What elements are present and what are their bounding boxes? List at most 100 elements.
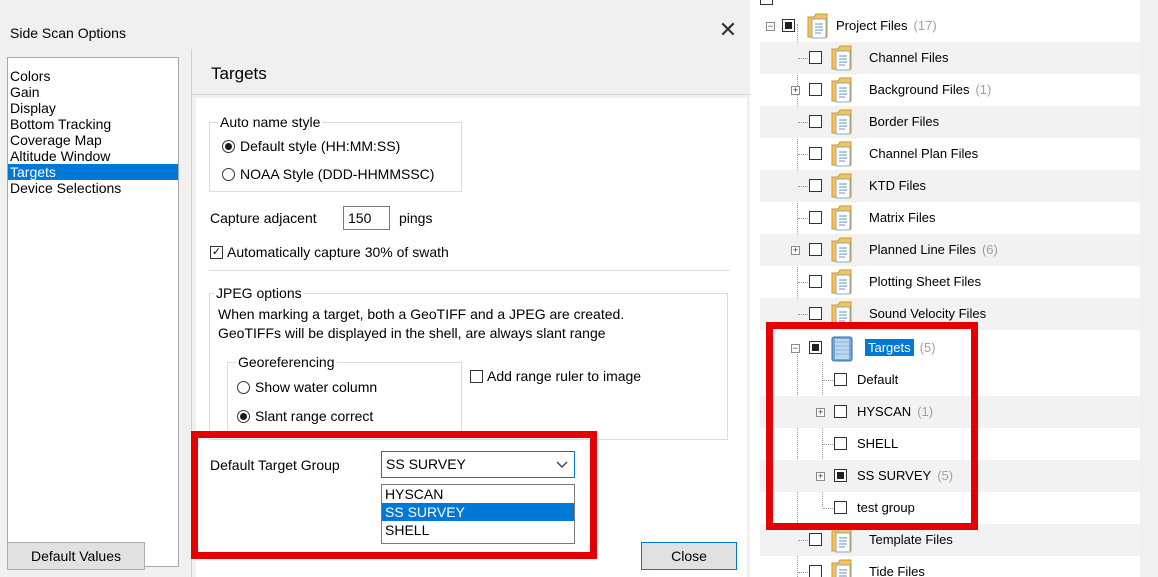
tree-item-text: Channel Plan Files bbox=[869, 146, 979, 161]
file-folder-icon bbox=[831, 44, 853, 72]
tree-item-channel-plan-files[interactable]: Channel Plan Files bbox=[760, 138, 1140, 170]
tree-connector bbox=[798, 572, 808, 573]
expand-icon[interactable]: + bbox=[791, 246, 800, 255]
tree-item-plotting-sheet-files[interactable]: Plotting Sheet Files bbox=[760, 266, 1140, 298]
tree-item-text: Background Files bbox=[869, 82, 970, 97]
tree-checkbox[interactable] bbox=[809, 115, 822, 128]
close-button[interactable]: Close bbox=[641, 542, 737, 570]
tree-checkbox[interactable] bbox=[809, 147, 822, 160]
tree-item-label: Planned Line Files (6) bbox=[869, 242, 998, 257]
tree-item-text: Project Files bbox=[836, 18, 908, 33]
tree-item-label: Channel Files bbox=[869, 50, 949, 65]
nav-item-device-selections[interactable]: Device Selections bbox=[8, 180, 178, 196]
tree-checkbox[interactable] bbox=[809, 565, 822, 577]
range-ruler-label: Add range ruler to image bbox=[487, 368, 642, 384]
file-folder-icon bbox=[831, 108, 853, 136]
jpeg-options-label: JPEG options bbox=[214, 285, 304, 301]
radio-show-water-column-label: Show water column bbox=[255, 379, 378, 395]
tree-checkbox[interactable] bbox=[760, 0, 773, 5]
tree-checkbox[interactable] bbox=[809, 51, 822, 64]
tree-item-channel-files[interactable]: Channel Files bbox=[760, 42, 1140, 74]
auto-name-style-label: Auto name style bbox=[218, 114, 323, 130]
nav-item-altitude-window[interactable]: Altitude Window bbox=[8, 148, 178, 164]
tree-item-count: (17) bbox=[913, 18, 937, 33]
tree-item-text: Template Files bbox=[869, 532, 953, 547]
tree-connector bbox=[798, 282, 808, 283]
nav-item-colors[interactable]: Colors bbox=[8, 68, 178, 84]
file-folder-icon bbox=[831, 558, 853, 577]
georeferencing-label: Georeferencing bbox=[236, 354, 337, 370]
tree-checkbox[interactable] bbox=[809, 533, 822, 546]
tree-connector bbox=[798, 122, 808, 123]
tree-checkbox[interactable] bbox=[809, 211, 822, 224]
tree-item-count: (6) bbox=[981, 242, 998, 257]
radio-slant-range-correct-label: Slant range correct bbox=[255, 408, 374, 424]
panel-heading: Targets bbox=[211, 64, 267, 83]
nav-item-targets[interactable]: Targets bbox=[8, 164, 178, 180]
tree-item-project-files[interactable]: − Project Files (17) bbox=[760, 10, 1140, 42]
tree-item-text: Planned Line Files bbox=[869, 242, 976, 257]
tree-item-ktd-files[interactable]: KTD Files bbox=[760, 170, 1140, 202]
options-category-list[interactable]: Colors Gain Display Bottom Tracking Cove… bbox=[7, 57, 179, 567]
nav-item-bottom-tracking[interactable]: Bottom Tracking bbox=[8, 116, 178, 132]
radio-default-style[interactable]: Default style (HH:MM:SS) bbox=[222, 138, 400, 154]
tree-checkbox[interactable] bbox=[809, 243, 822, 256]
annotation-highlight-box bbox=[766, 322, 978, 530]
tree-item-tide-files[interactable]: Tide Files bbox=[760, 556, 1140, 577]
nav-item-display[interactable]: Display bbox=[8, 100, 178, 116]
collapse-icon[interactable]: − bbox=[766, 22, 775, 31]
tree-item-label: Matrix Files bbox=[869, 210, 935, 225]
tree-connector bbox=[798, 186, 808, 187]
radio-unselected-icon bbox=[237, 380, 250, 394]
file-folder-icon bbox=[831, 140, 853, 168]
tree-item-background-files[interactable]: + Background Files (1) bbox=[760, 74, 1140, 106]
nav-item-coverage-map[interactable]: Coverage Map bbox=[8, 132, 178, 148]
annotation-highlight-box bbox=[191, 431, 597, 559]
auto-capture-checkbox[interactable]: ✓ Automatically capture 30% of swath bbox=[210, 244, 449, 260]
file-folder-icon bbox=[807, 12, 829, 40]
file-folder-icon bbox=[831, 268, 853, 296]
tree-checkbox[interactable] bbox=[809, 83, 822, 96]
close-icon[interactable]: ✕ bbox=[716, 18, 740, 42]
radio-unselected-icon bbox=[222, 167, 235, 181]
file-folder-icon bbox=[831, 526, 853, 554]
tree-checkbox[interactable] bbox=[782, 19, 795, 32]
divider bbox=[209, 270, 730, 271]
tree-item-text: Tide Files bbox=[869, 564, 925, 577]
radio-selected-icon bbox=[237, 409, 250, 423]
default-values-button[interactable]: Default Values bbox=[7, 542, 145, 570]
range-ruler-checkbox[interactable]: Add range ruler to image bbox=[470, 368, 641, 384]
file-folder-icon bbox=[831, 76, 853, 104]
tree-item-text: Channel Files bbox=[869, 50, 949, 65]
tree-item-label: Plotting Sheet Files bbox=[869, 274, 981, 289]
jpeg-description-line1: When marking a target, both a GeoTIFF an… bbox=[218, 306, 625, 322]
tree-item-label: Tide Files bbox=[869, 564, 925, 577]
checkbox-unchecked-icon bbox=[470, 369, 483, 383]
tree-item-text: Matrix Files bbox=[869, 210, 936, 225]
capture-pings-input[interactable]: 150 bbox=[343, 206, 390, 230]
radio-noaa-style-label: NOAA Style (DDD-HHMMSSC) bbox=[240, 166, 435, 182]
auto-capture-label: Automatically capture 30% of swath bbox=[227, 244, 449, 260]
tree-checkbox[interactable] bbox=[809, 275, 822, 288]
tree-item-label: Background Files (1) bbox=[869, 82, 991, 97]
tree-item-text: KTD Files bbox=[869, 178, 927, 193]
tree-item-label: Channel Plan Files bbox=[869, 146, 978, 161]
expand-icon[interactable]: + bbox=[791, 86, 800, 95]
tree-item-label: Project Files (17) bbox=[836, 18, 937, 33]
tree-checkbox[interactable] bbox=[809, 307, 822, 320]
tree-item-matrix-files[interactable]: Matrix Files bbox=[760, 202, 1140, 234]
tree-checkbox[interactable] bbox=[809, 179, 822, 192]
radio-slant-range-correct[interactable]: Slant range correct bbox=[237, 408, 373, 424]
checkmark-icon: ✓ bbox=[210, 245, 223, 259]
tree-scrollbar[interactable] bbox=[1140, 0, 1158, 577]
radio-noaa-style[interactable]: NOAA Style (DDD-HHMMSSC) bbox=[222, 166, 434, 182]
tree-item-label: Sound Velocity Files bbox=[869, 306, 986, 321]
tree-item-count: (1) bbox=[975, 82, 992, 97]
tree-item-border-files[interactable]: Border Files bbox=[760, 106, 1140, 138]
radio-show-water-column[interactable]: Show water column bbox=[237, 379, 377, 395]
nav-item-gain[interactable]: Gain bbox=[8, 84, 178, 100]
tree-item-planned-line-files[interactable]: + Planned Line Files (6) bbox=[760, 234, 1140, 266]
tree-connector bbox=[798, 314, 808, 315]
radio-selected-icon bbox=[222, 139, 235, 153]
divider bbox=[192, 94, 751, 95]
